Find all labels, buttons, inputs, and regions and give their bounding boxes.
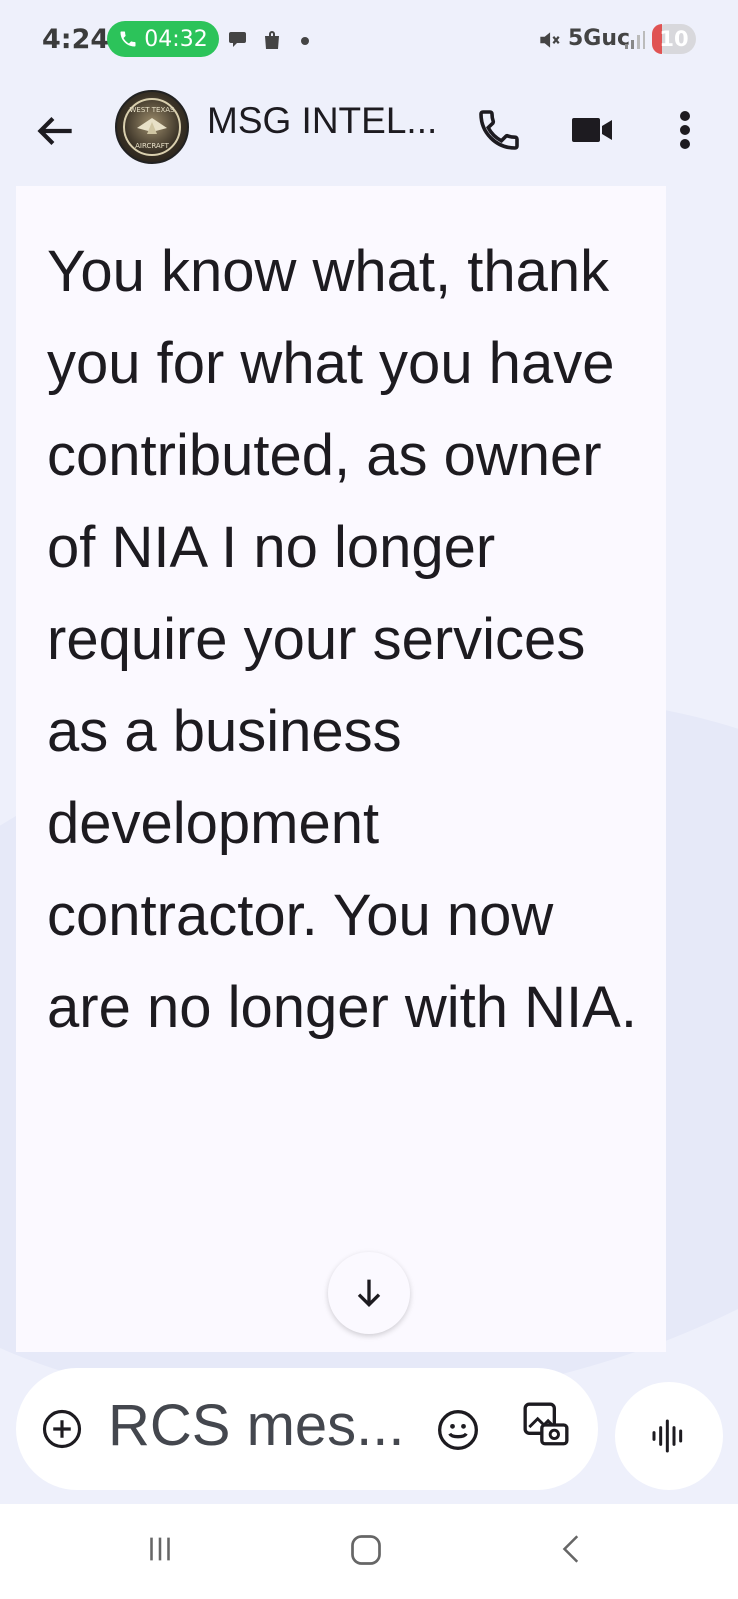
arrow-down-icon: [357, 1279, 381, 1308]
svg-text:AIRCRAFT: AIRCRAFT: [135, 142, 170, 150]
status-time: 4:24: [42, 24, 110, 55]
more-vertical-icon: [680, 111, 690, 149]
signal-strength-icon: [625, 31, 645, 49]
overflow-menu-button[interactable]: [670, 106, 700, 158]
contact-name[interactable]: MSG INTEL...: [207, 100, 447, 142]
gallery-camera-icon[interactable]: [521, 1400, 571, 1450]
conversation-header: WEST TEXAS AIRCRAFT MSG INTEL...: [0, 84, 738, 184]
chat-bubbles-icon: [229, 32, 246, 47]
more-notifications-dot-icon: [301, 37, 309, 45]
emoji-icon[interactable]: [436, 1408, 480, 1452]
shopping-bag-icon: [265, 31, 279, 49]
battery-indicator: 10: [652, 24, 696, 54]
system-navigation-bar: [0, 1504, 738, 1599]
call-timer: 04:32: [144, 26, 208, 52]
message-composer: RCS mes...: [16, 1368, 598, 1490]
message-text: You know what, thank you for what you ha…: [47, 239, 637, 1040]
network-type: 5Guc: [568, 26, 631, 51]
message-input[interactable]: RCS mes...: [108, 1392, 408, 1459]
muted-volume-icon: [540, 32, 560, 48]
battery-level: 10: [659, 27, 689, 51]
message-bubble[interactable]: You know what, thank you for what you ha…: [16, 186, 666, 1352]
ongoing-call-pill[interactable]: 04:32: [107, 21, 219, 57]
status-bar: 4:24 04:32 5Guc 10: [0, 0, 738, 80]
svg-text:WEST TEXAS: WEST TEXAS: [129, 106, 175, 114]
back-arrow-icon: [37, 117, 72, 145]
voice-call-button[interactable]: [475, 106, 523, 158]
audio-waveform-icon: [652, 1419, 683, 1453]
recent-apps-icon[interactable]: [143, 1532, 177, 1566]
phone-icon: [479, 110, 519, 150]
system-back-icon[interactable]: [556, 1532, 590, 1566]
video-camera-icon: [572, 118, 612, 142]
add-attachment-icon[interactable]: [41, 1408, 83, 1450]
voice-message-button[interactable]: [615, 1382, 723, 1490]
phone-icon: [120, 31, 136, 47]
avatar-logo-image: WEST TEXAS AIRCRAFT: [123, 98, 181, 156]
contact-avatar[interactable]: WEST TEXAS AIRCRAFT: [115, 90, 189, 164]
video-call-button[interactable]: [568, 106, 616, 158]
scroll-to-bottom-button[interactable]: [328, 1252, 410, 1334]
back-button[interactable]: [30, 106, 80, 156]
home-icon[interactable]: [348, 1532, 384, 1568]
